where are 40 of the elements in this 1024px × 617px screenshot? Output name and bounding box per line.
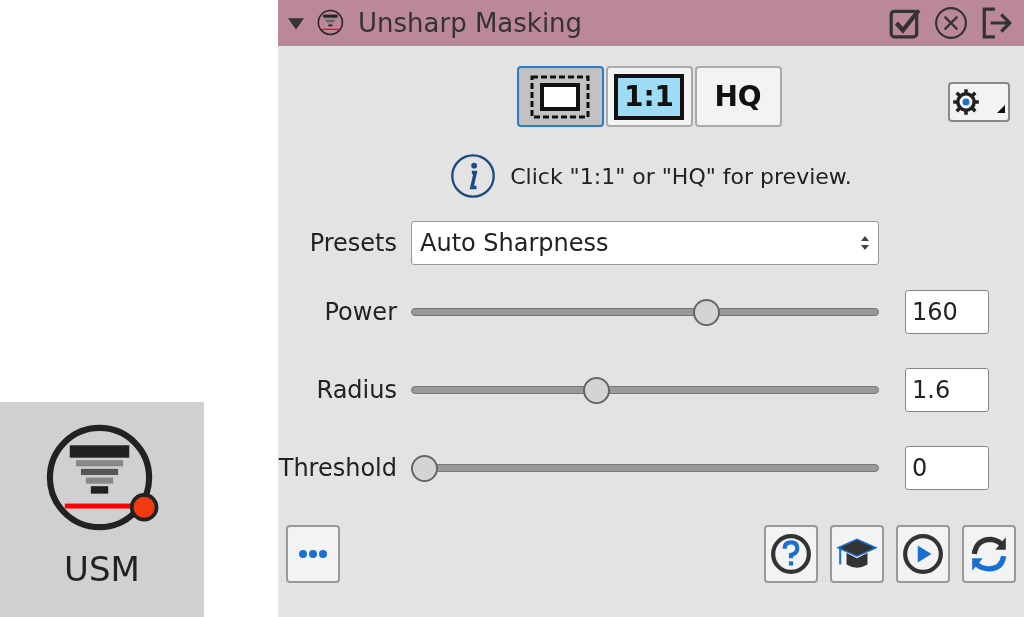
tutorial-button[interactable] <box>830 525 884 583</box>
help-button[interactable] <box>764 525 818 583</box>
more-button[interactable] <box>286 525 340 583</box>
settings-icon <box>952 88 980 116</box>
slider-thumb[interactable] <box>693 298 721 326</box>
reset-button[interactable] <box>962 525 1016 583</box>
checkbox-icon[interactable] <box>888 6 922 40</box>
updown-icon <box>860 235 870 251</box>
slider-label: Radius <box>315 375 398 406</box>
panel-title: Unsharp Masking <box>358 6 584 40</box>
value-field[interactable]: 160 <box>905 290 989 334</box>
info-text: Click "1:1" or "HQ" for preview. <box>510 162 852 191</box>
presets-label: Presets <box>308 228 398 259</box>
lens-filter-icon <box>316 8 346 38</box>
dropdown-corner-icon <box>997 105 1005 113</box>
help-icon <box>770 533 812 575</box>
usm-tile[interactable]: USM <box>0 402 204 617</box>
slider-label: Power <box>323 297 398 328</box>
slider-label: Threshold <box>278 453 398 484</box>
more-icon <box>298 549 328 559</box>
collapse-triangle-icon[interactable] <box>288 15 304 31</box>
settings-button[interactable] <box>948 82 1010 122</box>
slider-thumb[interactable] <box>411 454 438 482</box>
value-field[interactable]: 0 <box>905 446 989 490</box>
exit-icon[interactable] <box>980 6 1014 40</box>
play-icon <box>902 533 944 575</box>
slider[interactable] <box>411 454 879 482</box>
slider[interactable] <box>411 376 879 404</box>
preview-frame-icon <box>530 74 590 119</box>
preview-mode-button[interactable] <box>516 66 604 127</box>
preview-mode-button[interactable]: 1:1 <box>605 66 693 127</box>
run-button[interactable] <box>896 525 950 583</box>
slider-thumb[interactable] <box>583 376 610 404</box>
presets-dropdown[interactable]: Auto Sharpness <box>411 221 879 265</box>
value-field[interactable]: 1.6 <box>905 368 989 412</box>
preview-mode-button[interactable]: HQ <box>694 66 782 127</box>
tile-label: USM <box>64 552 140 586</box>
info-icon <box>450 153 497 199</box>
close-icon[interactable] <box>934 6 968 40</box>
slider[interactable] <box>411 298 879 326</box>
